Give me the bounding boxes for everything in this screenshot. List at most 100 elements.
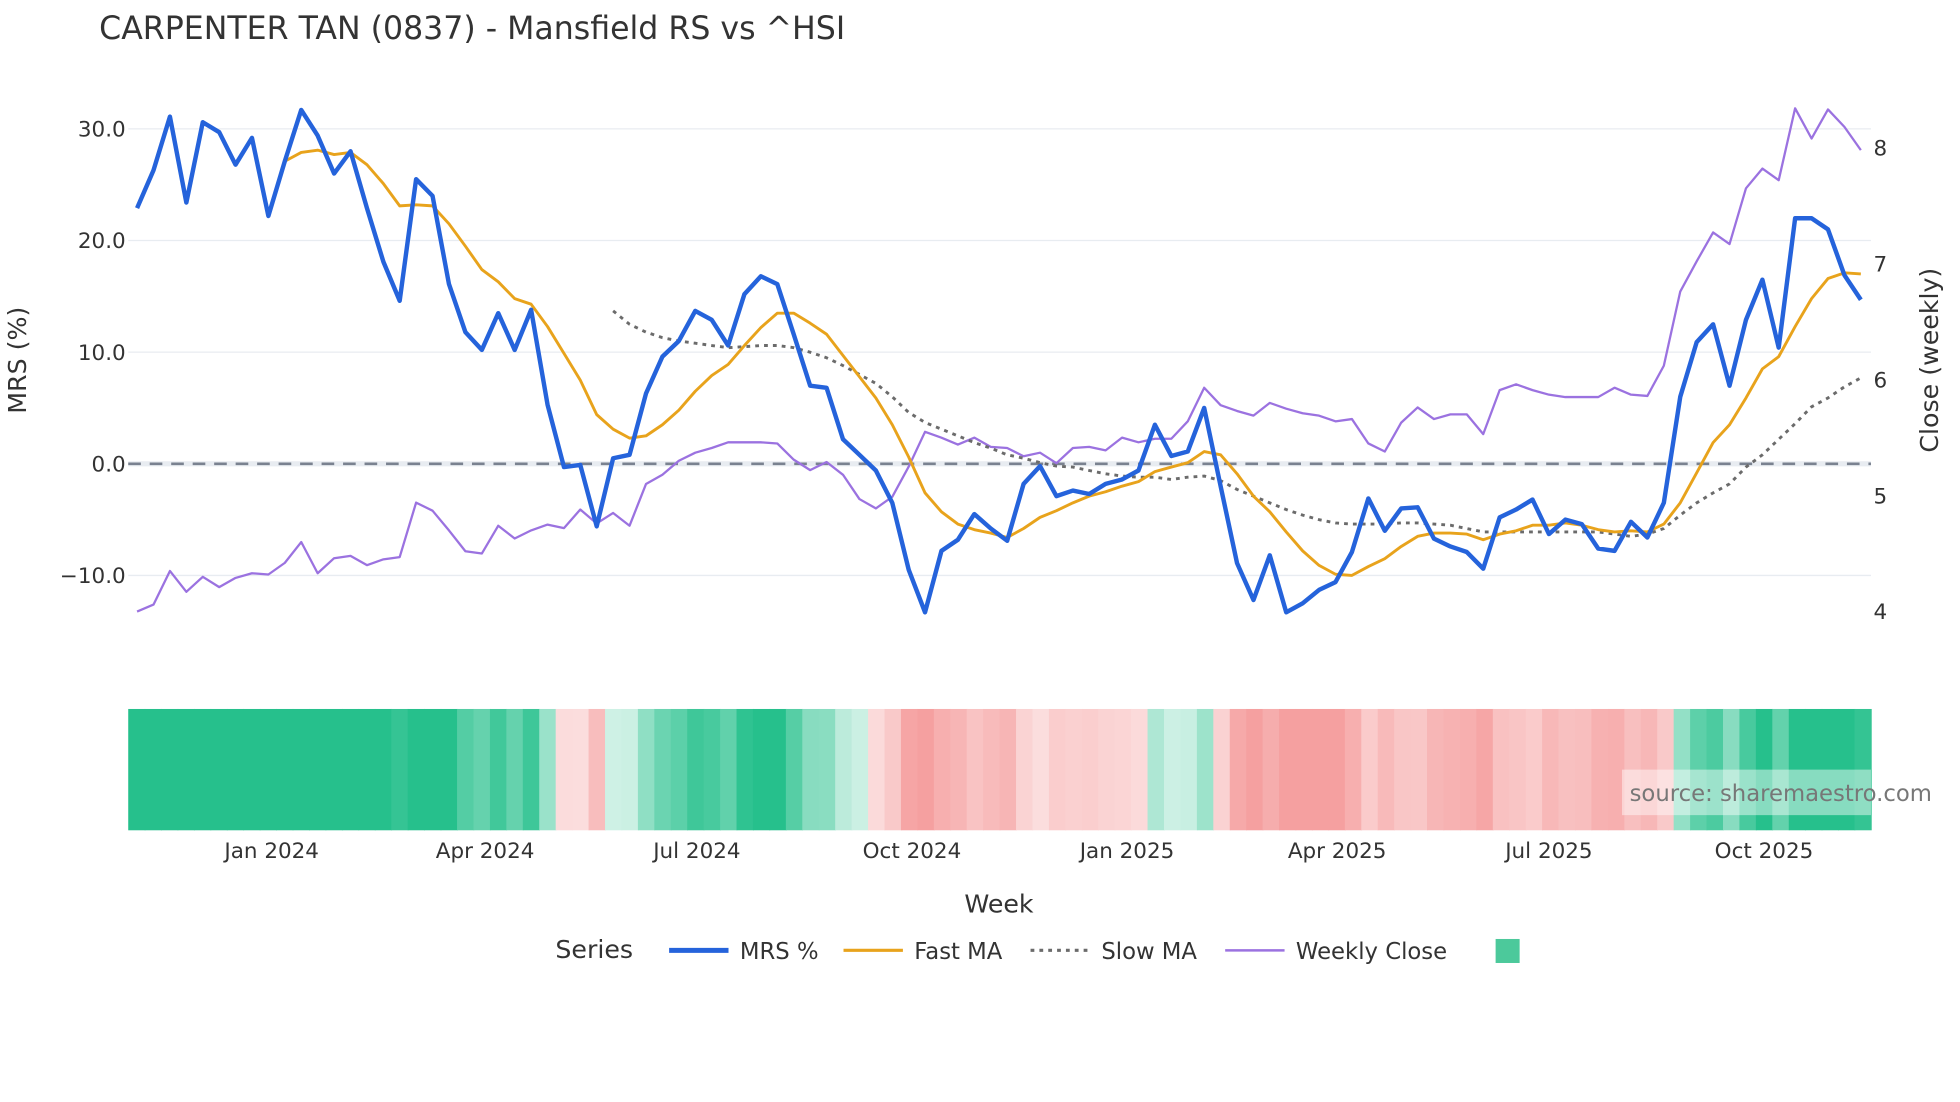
heatmap-cell bbox=[1591, 708, 1609, 831]
heatmap-cell bbox=[473, 708, 491, 831]
heatmap-cell bbox=[292, 708, 310, 831]
heatmap-cell bbox=[1032, 708, 1050, 831]
heatmap-cell bbox=[637, 708, 656, 831]
heatmap-cell bbox=[1098, 708, 1116, 831]
heatmap-cell bbox=[1410, 708, 1428, 831]
legend-label: Slow MA bbox=[1101, 939, 1197, 965]
heatmap-cell bbox=[1246, 708, 1264, 831]
chart-title: CARPENTER TAN (0837) - Mansfield RS vs ^… bbox=[99, 11, 845, 47]
heatmap-cell bbox=[1279, 708, 1297, 831]
heatmap-cell bbox=[1558, 708, 1576, 831]
heatmap-cell bbox=[1048, 708, 1067, 831]
x-tick-label: Apr 2024 bbox=[436, 839, 535, 864]
heatmap-cell bbox=[1196, 708, 1215, 831]
heatmap-cell bbox=[144, 708, 162, 831]
heatmap-cell bbox=[1114, 708, 1132, 831]
heatmap-cell bbox=[128, 708, 146, 831]
source-text: source: sharemaestro.com bbox=[1630, 781, 1932, 807]
heatmap-cell bbox=[588, 708, 606, 831]
heatmap-cell bbox=[424, 708, 442, 831]
heatmap-cell bbox=[1575, 708, 1593, 831]
heatmap-cell bbox=[1016, 708, 1034, 831]
series-lines bbox=[135, 107, 1863, 615]
heatmap-cell bbox=[407, 708, 425, 831]
y-tick-label: 30.0 bbox=[78, 117, 126, 142]
heatmap-cell bbox=[605, 708, 623, 831]
heatmap-cell bbox=[851, 708, 869, 831]
heatmap-cell bbox=[1328, 708, 1346, 831]
heatmap-cell bbox=[259, 708, 277, 831]
heatmap-cell bbox=[1525, 708, 1543, 831]
y-tick-label: 20.0 bbox=[78, 229, 126, 254]
heatmap-cell bbox=[785, 708, 804, 831]
heatmap-cell bbox=[243, 708, 261, 831]
heatmap-cell bbox=[736, 708, 754, 831]
heatmap-cell bbox=[1492, 708, 1511, 831]
heatmap-cell bbox=[177, 708, 195, 831]
heatmap-cell bbox=[999, 708, 1017, 831]
heatmap-cell bbox=[1229, 708, 1247, 831]
y2-tick-label: 5 bbox=[1873, 484, 1887, 509]
heatmap-cell bbox=[1295, 708, 1313, 831]
heatmap-cell bbox=[900, 708, 919, 831]
heatmap-cell bbox=[933, 708, 952, 831]
y-tick-label: −10.0 bbox=[60, 564, 126, 589]
heatmap-cell bbox=[769, 708, 787, 831]
x-tick-label: Jan 2025 bbox=[1078, 839, 1175, 864]
heatmap-cell bbox=[1131, 708, 1149, 831]
gridlines bbox=[128, 128, 1871, 577]
series-line-fast-ma bbox=[284, 148, 1861, 577]
heatmap-cell bbox=[506, 708, 524, 831]
heatmap-cell bbox=[391, 708, 409, 831]
heatmap-cell bbox=[884, 708, 902, 831]
heatmap-cell bbox=[950, 708, 968, 831]
y2-tick-label: 4 bbox=[1873, 600, 1887, 625]
heatmap-cell bbox=[226, 708, 245, 831]
heatmap-cell bbox=[1443, 708, 1461, 831]
series-line-mrs bbox=[135, 107, 1863, 615]
legend-label: Weekly Close bbox=[1296, 939, 1447, 965]
legend-heatmap-swatch bbox=[1495, 938, 1520, 963]
source-watermark: source: sharemaestro.com bbox=[1621, 769, 1932, 816]
heatmap-cell bbox=[555, 708, 573, 831]
heatmap-cell bbox=[1180, 708, 1198, 831]
heatmap-cell bbox=[1476, 708, 1494, 831]
heatmap-cell bbox=[539, 708, 557, 831]
heatmap-cell bbox=[1344, 708, 1363, 831]
heatmap-cell bbox=[1262, 708, 1280, 831]
x-tick-label: Oct 2025 bbox=[1715, 839, 1814, 864]
x-tick-label: Jul 2025 bbox=[1503, 839, 1592, 864]
y-tick-label: 10.0 bbox=[78, 341, 126, 366]
heatmap-cell bbox=[621, 708, 639, 831]
heatmap-cell bbox=[1163, 708, 1182, 831]
legend: Series MRS % Fast MA Slow MA Weekly Close bbox=[555, 935, 1520, 965]
y2-tick-label: 7 bbox=[1873, 252, 1887, 277]
heatmap-cell bbox=[983, 708, 1001, 831]
heatmap-cell bbox=[868, 708, 886, 831]
heatmap-strip bbox=[128, 708, 1872, 831]
heatmap-cell bbox=[1147, 708, 1165, 831]
legend-label: MRS % bbox=[740, 939, 819, 965]
heatmap-cell bbox=[752, 708, 771, 831]
x-tick-label: Jul 2024 bbox=[651, 839, 740, 864]
heatmap-cell bbox=[325, 708, 343, 831]
heatmap-cell bbox=[687, 708, 705, 831]
heatmap-cell bbox=[1065, 708, 1083, 831]
heatmap-cell bbox=[489, 708, 508, 831]
heatmap-cell bbox=[572, 708, 590, 831]
heatmap-cell bbox=[703, 708, 721, 831]
heatmap-cell bbox=[1459, 708, 1478, 831]
x-tick-label: Apr 2025 bbox=[1288, 839, 1387, 864]
legend-label: Fast MA bbox=[914, 939, 1003, 965]
y2-tick-label: 8 bbox=[1873, 136, 1887, 161]
heatmap-cell bbox=[818, 708, 836, 831]
heatmap-cell bbox=[457, 708, 475, 831]
heatmap-cell bbox=[1427, 708, 1445, 831]
y-axis-label: MRS (%) bbox=[3, 307, 32, 414]
heatmap-cell bbox=[1542, 708, 1560, 831]
heatmap-cell bbox=[917, 708, 935, 831]
x-tick-label: Jan 2024 bbox=[222, 839, 319, 864]
heatmap-cell bbox=[374, 708, 393, 831]
heatmap-cell bbox=[1081, 708, 1099, 831]
y2-tick-label: 6 bbox=[1873, 368, 1887, 393]
